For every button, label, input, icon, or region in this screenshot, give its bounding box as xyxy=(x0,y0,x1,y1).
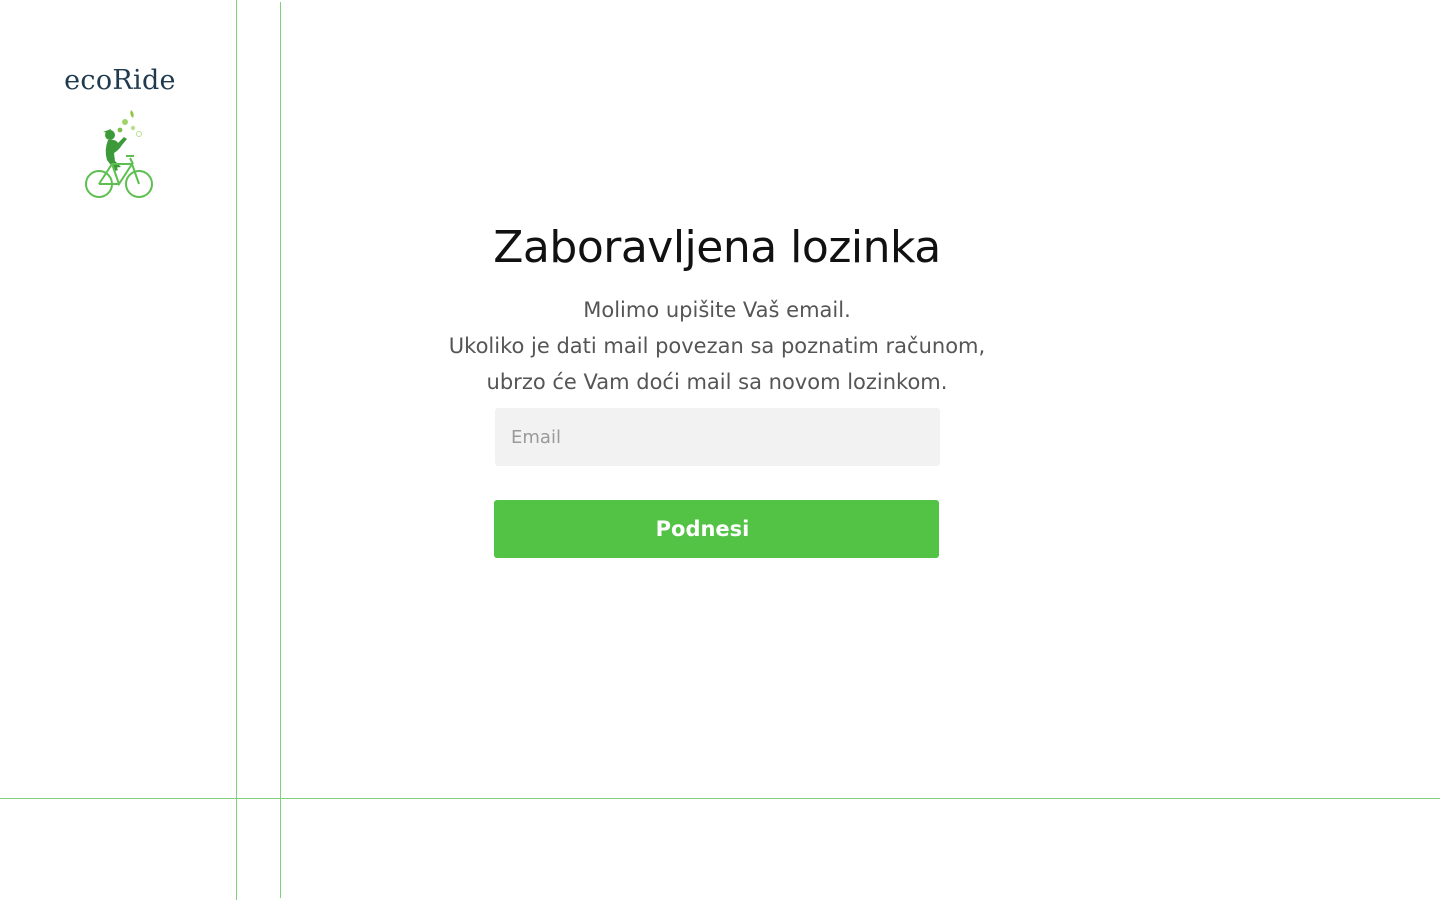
logo-text: ecoRide xyxy=(64,65,176,96)
page-title: Zaboravljena lozinka xyxy=(493,222,941,273)
vertical-divider xyxy=(236,0,237,900)
cyclist-icon xyxy=(85,110,153,198)
description-line: ubrzo će Vam doći mail sa novom lozinkom… xyxy=(486,370,948,394)
page: ecoRide Zaboravljena lozinka Molimo upiš… xyxy=(0,0,1440,900)
form-description: Molimo upišite Vaš email. Ukoliko je dat… xyxy=(420,292,1014,400)
logo[interactable]: ecoRide xyxy=(60,64,180,200)
forgot-password-form: Zaboravljena lozinka Molimo upišite Vaš … xyxy=(420,218,1014,558)
description-line: Molimo upišite Vaš email. xyxy=(583,298,851,322)
vertical-divider xyxy=(280,2,281,898)
submit-button[interactable]: Podnesi xyxy=(494,500,939,558)
horizontal-divider xyxy=(0,798,1440,799)
description-line: Ukoliko je dati mail povezan sa poznatim… xyxy=(448,334,986,358)
email-field[interactable] xyxy=(495,408,940,466)
